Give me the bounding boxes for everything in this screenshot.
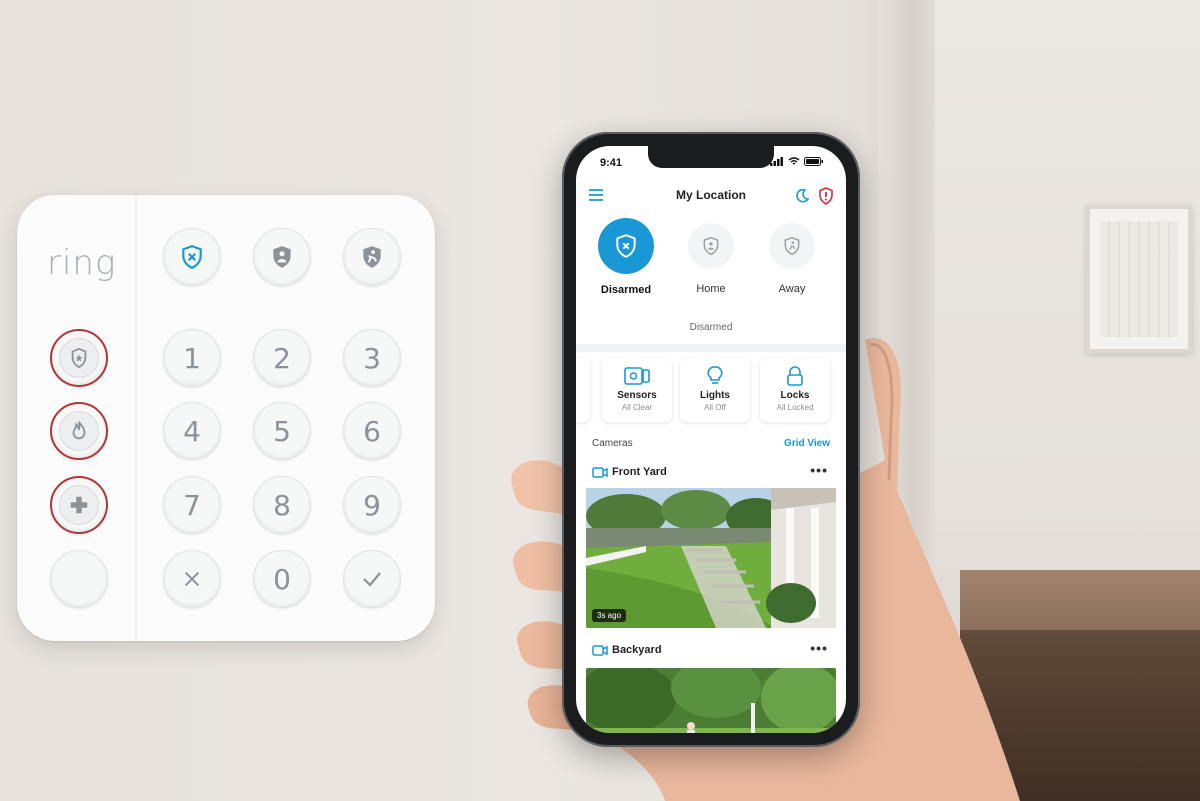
medical-button[interactable] xyxy=(50,476,108,534)
key-9[interactable]: 9 xyxy=(343,476,401,534)
tile-label: Locks xyxy=(780,390,810,401)
device-tile-lights[interactable]: Lights All Off xyxy=(680,358,750,422)
camera-feed-front-yard[interactable]: 3s ago xyxy=(586,488,836,628)
status-time: 9:41 xyxy=(600,157,623,169)
feed-timestamp-badge: 3s ago xyxy=(592,609,627,622)
key-confirm[interactable] xyxy=(343,550,401,608)
key-8[interactable]: 8 xyxy=(253,476,311,534)
front-yard-scene xyxy=(586,488,836,628)
police-badge-icon xyxy=(71,347,87,369)
away-shield-icon xyxy=(363,246,381,268)
key-5[interactable]: 5 xyxy=(253,402,311,460)
key-6[interactable]: 6 xyxy=(343,402,401,460)
keypad-away-button[interactable] xyxy=(343,228,401,286)
bulb-icon xyxy=(707,366,723,384)
camera-name[interactable]: Front Yard xyxy=(612,466,667,478)
mode-label: Disarmed xyxy=(600,284,652,296)
key-cancel[interactable] xyxy=(163,550,221,608)
mode-home[interactable]: Home xyxy=(671,218,751,295)
moon-icon[interactable] xyxy=(794,188,810,204)
lock-icon xyxy=(787,366,803,386)
device-tile-partial[interactable] xyxy=(576,358,590,422)
mode-label: Home xyxy=(696,283,726,295)
battery-icon xyxy=(804,157,823,166)
away-shield-icon xyxy=(784,236,800,256)
mode-disarmed[interactable]: Disarmed xyxy=(586,218,666,296)
key-2[interactable]: 2 xyxy=(253,329,311,387)
keypad-disarm-button[interactable] xyxy=(163,228,221,286)
signal-icon xyxy=(770,157,783,166)
sensor-icon xyxy=(624,367,650,385)
camera-header-backyard: Backyard ••• xyxy=(576,640,846,660)
keypad-home-button[interactable] xyxy=(253,228,311,286)
police-button[interactable] xyxy=(50,329,108,387)
cameras-header: Cameras Grid View xyxy=(576,438,846,454)
section-divider xyxy=(576,344,846,352)
shield-x-icon xyxy=(616,234,636,258)
check-icon xyxy=(363,572,381,587)
more-options-button[interactable]: ••• xyxy=(810,462,828,478)
mode-label: Away xyxy=(778,283,806,295)
key-1[interactable]: 1 xyxy=(163,329,221,387)
tile-label: Lights xyxy=(700,390,730,401)
device-tile-locks[interactable]: Locks All Locked xyxy=(760,358,830,422)
security-modes: Disarmed Home Away xyxy=(576,218,846,296)
smartphone: 9:41 My Location Disarmed Home Away Disa… xyxy=(562,132,860,747)
camera-name[interactable]: Backyard xyxy=(612,644,662,656)
keypad-sensor-button[interactable] xyxy=(50,550,108,608)
tile-status: All Clear xyxy=(621,403,653,412)
key-3[interactable]: 3 xyxy=(343,329,401,387)
fire-icon xyxy=(72,421,86,440)
video-camera-icon xyxy=(592,645,608,656)
camera-header-front-yard: Front Yard ••• xyxy=(576,462,846,482)
tile-label: Sensors xyxy=(617,390,657,401)
ring-logo: ring xyxy=(47,243,117,283)
status-icons xyxy=(770,157,824,166)
key-7[interactable]: 7 xyxy=(163,476,221,534)
fire-button[interactable] xyxy=(50,402,108,460)
status-bar: 9:41 xyxy=(576,146,846,176)
security-status-text: Disarmed xyxy=(689,322,733,333)
wall-picture-frame xyxy=(1086,205,1192,353)
video-camera-icon xyxy=(592,467,608,478)
device-tile-sensors[interactable]: Sensors All Clear xyxy=(602,358,672,422)
tile-status: All Locked xyxy=(776,403,814,412)
home-shield-icon xyxy=(703,236,719,256)
wifi-icon xyxy=(788,157,800,165)
app-header: My Location xyxy=(576,182,846,210)
ring-keypad: ring 1 2 3 4 5 6 7 8 9 0 xyxy=(17,195,435,641)
ring-app-screen: 9:41 My Location Disarmed Home Away Disa… xyxy=(576,146,846,733)
cameras-label: Cameras xyxy=(592,438,633,449)
key-0[interactable]: 0 xyxy=(253,550,311,608)
keypad-divider xyxy=(135,195,137,641)
home-shield-icon xyxy=(273,246,291,268)
backyard-scene xyxy=(586,668,836,733)
tile-status: All Off xyxy=(704,403,726,412)
device-tiles: Sensors All Clear Lights All Off Locks A… xyxy=(576,354,846,426)
camera-feed-backyard[interactable] xyxy=(586,668,836,733)
medical-cross-icon xyxy=(70,496,88,514)
alert-shield-icon[interactable] xyxy=(818,187,834,205)
grid-view-link[interactable]: Grid View xyxy=(784,438,830,449)
close-icon xyxy=(184,571,200,587)
more-options-button[interactable]: ••• xyxy=(810,640,828,656)
shield-x-icon xyxy=(182,245,202,270)
mode-away[interactable]: Away xyxy=(752,218,832,295)
key-4[interactable]: 4 xyxy=(163,402,221,460)
